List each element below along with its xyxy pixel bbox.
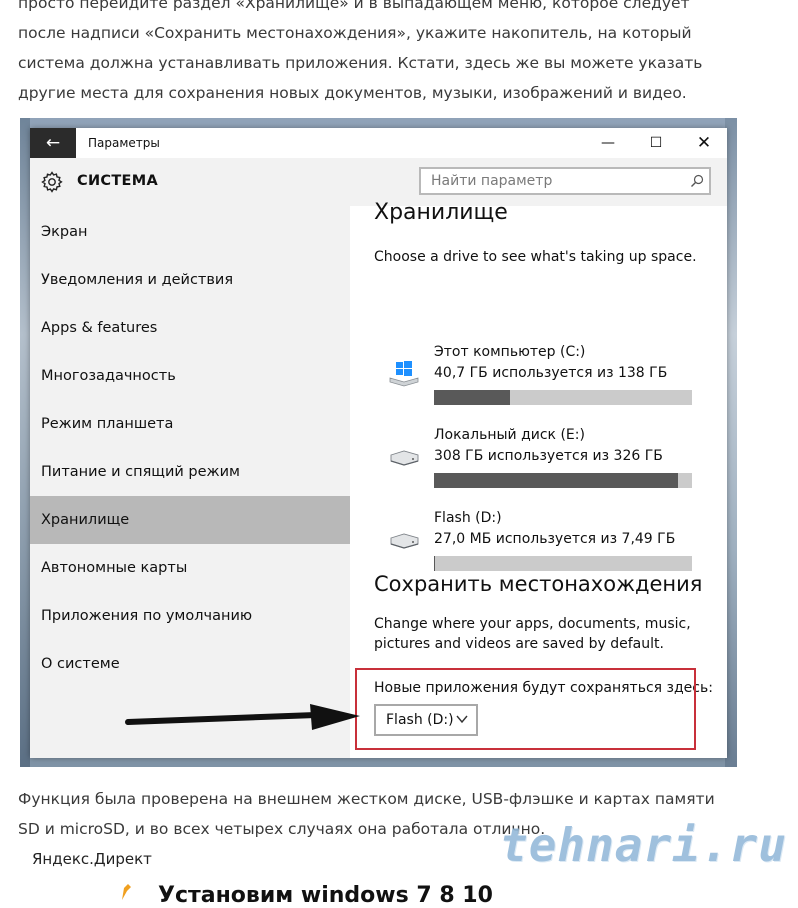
pointer-arrow <box>125 704 360 730</box>
sidebar-item-label: Apps & features <box>41 320 158 336</box>
sidebar-item-label: Уведомления и действия <box>41 272 234 288</box>
usage-bar-fill <box>434 556 435 571</box>
sidebar-item-label: Экран <box>41 224 88 240</box>
drive-name: Локальный диск (E:) <box>434 427 585 443</box>
sidebar-item[interactable]: Питание и спящий режим <box>30 448 350 496</box>
windows-drive-icon <box>388 360 420 388</box>
sidebar-nav: Экран Уведомления и действия Apps & featur… <box>30 206 350 758</box>
title-bar: ← Параметры — ☐ ✕ <box>30 128 727 158</box>
pencil-icon <box>122 884 131 900</box>
sidebar-item-label: Автономные карты <box>41 560 188 576</box>
window-title: Параметры <box>88 136 160 150</box>
maximize-button[interactable]: ☐ <box>633 128 679 158</box>
hard-drive-icon <box>388 443 420 471</box>
sidebar-item-label: Многозадачность <box>41 368 176 384</box>
save-locations-description: Change where your apps, documents, music… <box>374 616 691 652</box>
drive-usage: 27,0 МБ используется из 7,49 ГБ <box>434 531 676 547</box>
usage-bar <box>434 390 692 405</box>
close-button[interactable]: ✕ <box>681 128 727 158</box>
site-watermark: tehnari.ru <box>500 818 787 872</box>
sidebar-item[interactable]: Экран <box>30 208 350 256</box>
article-paragraph-top: просто перейдите раздел «Хранилище» и в … <box>18 0 703 102</box>
settings-header: СИСТЕМА Найти параметр <box>30 158 727 206</box>
usage-bar <box>434 556 692 571</box>
drive-item[interactable]: Этот компьютер (C:) 40,7 ГБ используется … <box>374 344 704 424</box>
usage-bar <box>434 473 692 488</box>
drive-item[interactable]: Локальный диск (E:) 308 ГБ используется и… <box>374 427 704 507</box>
storage-heading: Хранилище <box>374 200 508 225</box>
drive-usage: 308 ГБ используется из 326 ГБ <box>434 448 663 464</box>
drive-name: Этот компьютер (C:) <box>434 344 586 360</box>
storage-subtitle: Choose a drive to see what's taking up s… <box>374 249 697 265</box>
search-icon[interactable] <box>690 174 704 188</box>
highlight-box <box>355 668 696 750</box>
yandex-direct-label[interactable]: Яндекс.Директ <box>32 850 152 868</box>
sidebar-item-label: Приложения по умолчанию <box>41 608 253 624</box>
search-input[interactable]: Найти параметр <box>419 167 711 195</box>
minimize-button[interactable]: — <box>585 128 631 158</box>
sidebar-item[interactable]: Уведомления и действия <box>30 256 350 304</box>
search-placeholder: Найти параметр <box>431 173 553 189</box>
drive-usage: 40,7 ГБ используется из 138 ГБ <box>434 365 668 381</box>
sidebar-item-label: Режим планшета <box>41 416 174 432</box>
sidebar-item[interactable]: Apps & features <box>30 304 350 352</box>
sidebar-item-label: О системе <box>41 656 120 672</box>
sidebar-item-label: Хранилище <box>41 512 130 528</box>
back-button[interactable]: ← <box>30 128 76 158</box>
save-locations-heading: Сохранить местонахождения <box>374 572 703 596</box>
sidebar-item[interactable]: О системе <box>30 640 350 688</box>
sidebar-item[interactable]: Приложения по умолчанию <box>30 592 350 640</box>
usage-bar-fill <box>434 390 511 405</box>
sidebar-item[interactable]: Автономные карты <box>30 544 350 592</box>
drive-name: Flash (D:) <box>434 510 502 526</box>
next-article-heading[interactable]: Установим windows 7 8 10 <box>158 883 493 908</box>
sidebar-item[interactable]: Режим планшета <box>30 400 350 448</box>
flash-drive-icon <box>388 526 420 554</box>
settings-window: ← Параметры — ☐ ✕ СИСТЕМА Найти параметр… <box>30 128 727 758</box>
usage-bar-fill <box>434 473 678 488</box>
gear-icon <box>41 171 63 193</box>
sidebar-item-label: Питание и спящий режим <box>41 464 240 480</box>
section-title: СИСТЕМА <box>77 173 158 189</box>
sidebar-item[interactable]: Хранилище <box>30 496 350 544</box>
sidebar-item[interactable]: Многозадачность <box>30 352 350 400</box>
